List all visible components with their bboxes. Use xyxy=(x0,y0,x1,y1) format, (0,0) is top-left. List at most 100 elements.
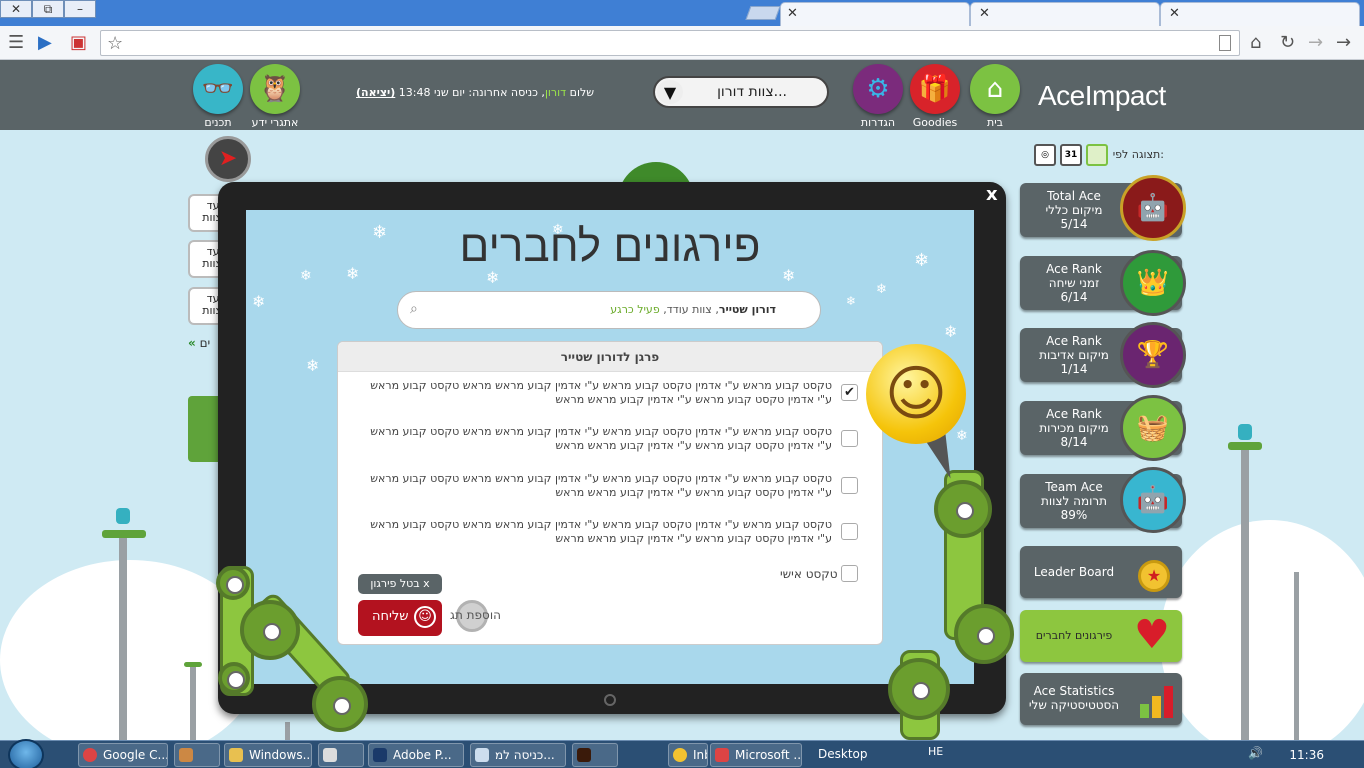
kudos-panel: פרגן לדורון שטייר טקסט קבוע מראש ע"י אדמ… xyxy=(337,341,883,645)
taskbar-calculator[interactable] xyxy=(318,743,364,767)
taskbar-inbox[interactable]: Inb xyxy=(668,743,708,767)
kudos-panel-title: פרגן לדורון שטייר xyxy=(338,342,882,372)
calendar-day-icon[interactable]: 31 xyxy=(1060,144,1082,166)
card-line2: זמני שיחה xyxy=(1048,276,1100,290)
team-robots-icon: 🤖 xyxy=(1120,467,1186,533)
colleague-search[interactable]: ⌕ דורון שטייר, צוות עודד, פעיל כרגע xyxy=(397,291,821,329)
browser-tab[interactable]: ✕ xyxy=(780,2,970,26)
photoshop-icon xyxy=(373,748,387,762)
tab-close-icon[interactable]: ✕ xyxy=(979,6,990,21)
taskbar-chrome[interactable]: Google C... xyxy=(78,743,168,767)
volume-icon[interactable]: 🔊 xyxy=(1248,746,1263,760)
nav-goodies[interactable]: 🎁 Goodies xyxy=(910,64,960,129)
nav-content[interactable]: 👓 תכנים xyxy=(193,64,243,129)
team-select-value: צוות דורון... xyxy=(717,84,787,100)
browser-titlebar: ✕ ⧉ – ✕ ✕ ✕ xyxy=(0,0,1364,26)
home-icon[interactable]: ⌂ xyxy=(1250,32,1261,53)
browser-tab[interactable]: ✕ xyxy=(1160,2,1360,26)
reload-icon[interactable]: ↻ xyxy=(1280,32,1295,53)
modal-close-button[interactable]: x xyxy=(986,184,998,205)
background-pole xyxy=(285,722,290,740)
target-icon[interactable]: ◎ xyxy=(1034,144,1056,166)
card-line1: Ace Rank xyxy=(1046,262,1102,276)
sidebar-kudos-text: פירגונים לחברים xyxy=(1035,629,1113,642)
send-button[interactable]: שליחה ☺ xyxy=(358,600,442,636)
card-line2: תרומה לצוות xyxy=(1040,494,1108,508)
taskbar-explorer[interactable]: Windows... xyxy=(224,743,312,767)
taskbar-clock[interactable]: 11:36 xyxy=(1289,748,1324,762)
crown-robot-icon: 👑 xyxy=(1120,250,1186,316)
add-tag-button[interactable]: הוספת תג xyxy=(450,600,501,632)
cancel-kudos-button[interactable]: x בטל פירגון xyxy=(358,574,442,594)
bookmark-star-icon[interactable]: ☆ xyxy=(107,33,123,54)
pdf-icon[interactable]: ▣ xyxy=(70,32,87,53)
search-user-team: , צוות עודד, xyxy=(659,303,719,316)
forward-icon[interactable]: → xyxy=(1336,32,1351,53)
robot-joint xyxy=(218,662,250,694)
background-pole xyxy=(1241,448,1249,740)
background-cloud xyxy=(1160,520,1364,760)
window-controls: ✕ ⧉ – xyxy=(0,0,96,18)
app-logo[interactable]: AceImpact xyxy=(1038,80,1166,112)
calculator-icon xyxy=(323,748,337,762)
logout-link[interactable]: (יציאה) xyxy=(356,86,395,99)
minimize-window-icon[interactable]: – xyxy=(64,0,96,18)
owl-icon: 🦉 xyxy=(250,64,300,114)
play-icon[interactable]: ▶ xyxy=(38,32,52,53)
send-button-label: שליחה xyxy=(372,609,409,624)
sidebar-total-ace-text: Total Ace מיקום כללי 5/14 xyxy=(1020,189,1128,231)
calendar-month-icon[interactable] xyxy=(1086,144,1108,166)
personal-text-label: טקסט אישי xyxy=(780,567,838,581)
background-platform xyxy=(1228,442,1262,450)
left-more-link[interactable]: « ים xyxy=(188,336,210,350)
smiley-icon: ☺ xyxy=(414,606,436,628)
close-window-icon[interactable]: ✕ xyxy=(0,0,32,18)
tab-close-icon[interactable]: ✕ xyxy=(1169,6,1180,21)
background-robot xyxy=(116,508,130,524)
language-indicator[interactable]: HE xyxy=(928,745,943,758)
background-robot xyxy=(1238,424,1252,440)
start-button[interactable] xyxy=(8,739,44,768)
taskbar-notepad[interactable]: כניסה למ... xyxy=(470,743,566,767)
address-bar[interactable]: ☆ xyxy=(100,30,1240,56)
sidebar-leader-board-text: Leader Board xyxy=(1033,565,1115,579)
taskbar-app[interactable] xyxy=(174,743,220,767)
kudos-option-checkbox[interactable] xyxy=(841,523,858,540)
nav-home[interactable]: ⌂ בית xyxy=(970,64,1020,129)
taskbar-office[interactable]: Microsoft ... xyxy=(710,743,802,767)
greeting-username: דורון xyxy=(544,86,567,99)
bar-chart-icon xyxy=(1140,684,1174,718)
nav-settings[interactable]: ⚙ הגדרות xyxy=(853,64,903,129)
new-tab-button[interactable] xyxy=(745,6,781,20)
tab-close-icon[interactable]: ✕ xyxy=(787,6,798,21)
menu-icon[interactable]: ☰ xyxy=(8,32,24,53)
browser-tab[interactable]: ✕ xyxy=(970,2,1160,26)
desktop-toolbar-label[interactable]: Desktop xyxy=(818,747,868,761)
taskbar-label: Inb xyxy=(693,748,707,762)
snowflake-icon: ❄ xyxy=(956,428,968,444)
kudos-option-checkbox[interactable] xyxy=(841,477,858,494)
taskbar-label: Windows... xyxy=(249,748,312,762)
kudos-option-checkbox[interactable] xyxy=(841,430,858,447)
robot-joint xyxy=(240,600,300,660)
restore-window-icon[interactable]: ⧉ xyxy=(32,0,64,18)
search-value: דורון שטייר, צוות עודד, פעיל כרגע xyxy=(610,303,776,316)
back-icon[interactable]: → xyxy=(1308,32,1323,53)
folder-icon xyxy=(229,748,243,762)
nav-settings-label: הגדרות xyxy=(860,116,896,129)
sidebar-statistics-text: Ace Statistics הסטטיסטיקה שלי xyxy=(1020,684,1128,712)
chrome-icon xyxy=(83,748,97,762)
nav-challenges[interactable]: 🦉 אתגרי ידע xyxy=(250,64,300,129)
taskbar-illustrator[interactable] xyxy=(572,743,618,767)
team-select[interactable]: ▼ צוות דורון... xyxy=(653,76,829,108)
compass-icon[interactable]: ➤ xyxy=(205,136,251,182)
app-icon xyxy=(179,748,193,762)
taskbar-photoshop[interactable]: Adobe P... xyxy=(368,743,464,767)
personal-text-checkbox[interactable] xyxy=(841,565,858,582)
kudos-option-checkbox[interactable]: ✔ xyxy=(841,384,858,401)
office-icon xyxy=(715,748,729,762)
kudos-option-text: טקסט קבוע מראש ע"י אדמין טקסט קבוע מראש … xyxy=(370,518,832,545)
modal-title: פירגונים לחברים xyxy=(459,222,761,271)
left-more-label: ים xyxy=(199,336,211,350)
greeting-last-login: , כניסה אחרונה: יום שני 13:48 xyxy=(398,86,545,99)
